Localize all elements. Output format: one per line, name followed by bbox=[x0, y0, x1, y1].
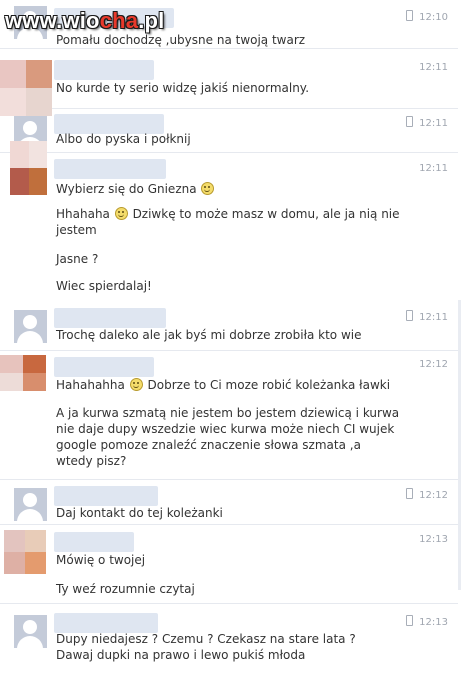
mobile-phone-icon bbox=[406, 10, 414, 21]
message-time: 12:12 bbox=[406, 488, 448, 501]
message-time: 12:11 bbox=[406, 116, 448, 129]
mobile-phone-icon bbox=[406, 488, 414, 499]
sender-name-blurred bbox=[54, 308, 166, 328]
message-line: Mówię o twojej bbox=[56, 553, 146, 567]
message-time: 12:12 bbox=[419, 359, 448, 370]
message-text: No kurde ty serio widzę jakiś nienormaln… bbox=[56, 81, 310, 95]
message-line: Ty weź rozumnie czytaj bbox=[56, 582, 195, 596]
message-time: 12:11 bbox=[406, 310, 448, 323]
avatar[interactable] bbox=[0, 355, 46, 391]
mobile-phone-icon bbox=[406, 116, 414, 127]
smiley-icon bbox=[201, 182, 215, 195]
message-text: Trochę daleko ale jak byś mi dobrze zrob… bbox=[56, 328, 362, 342]
message-block: 12:13 Dupy niedajesz ? Czemu ? Czekasz n… bbox=[0, 611, 458, 675]
avatar[interactable] bbox=[4, 530, 46, 574]
smiley-icon bbox=[114, 207, 128, 220]
chat-log: 12:10 Pomału dochodzę ,ubysne na twoją t… bbox=[0, 0, 461, 682]
sender-name-blurred bbox=[54, 486, 158, 506]
message-line: Hhahaha Dziwkę to może masz w domu, ale … bbox=[56, 207, 400, 237]
avatar[interactable] bbox=[14, 310, 47, 343]
message-time: 12:11 bbox=[419, 163, 448, 174]
message-line: Wiec spierdalaj! bbox=[56, 279, 152, 293]
avatar[interactable] bbox=[0, 60, 52, 116]
sender-name-blurred bbox=[54, 60, 154, 80]
message-time: 12:10 bbox=[406, 10, 448, 23]
avatar[interactable] bbox=[10, 141, 47, 195]
smiley-icon bbox=[129, 378, 143, 391]
message-block: 12:12 Hahahahha Dobrze to Ci moze robić … bbox=[0, 355, 458, 480]
sender-name-blurred bbox=[54, 357, 154, 377]
sender-name-blurred bbox=[54, 532, 134, 552]
message-text: Daj kontakt do tej koleżanki bbox=[56, 506, 223, 520]
sender-name-blurred bbox=[54, 159, 166, 179]
sender-name-blurred bbox=[54, 613, 158, 633]
message-text: Dupy niedajesz ? Czemu ? Czekasz na star… bbox=[56, 632, 356, 662]
message-line: Wybierz się do Gniezna bbox=[56, 181, 406, 197]
message-time: 12:13 bbox=[406, 615, 448, 628]
message-block: 12:13 Mówię o twojej Ty weź rozumnie czy… bbox=[0, 530, 458, 604]
message-time: 12:13 bbox=[419, 534, 448, 545]
message-line: Hahahahha Dobrze to Ci moze robić koleża… bbox=[56, 378, 391, 392]
message-time: 12:11 bbox=[419, 62, 448, 73]
message-block: 12:11 Wybierz się do Gniezna Hhahaha Dzi… bbox=[0, 141, 458, 299]
message-block: 12:12 Daj kontakt do tej koleżanki bbox=[0, 484, 458, 525]
mobile-phone-icon bbox=[406, 310, 414, 321]
message-block: 12:11 Trochę daleko ale jak byś mi dobrz… bbox=[0, 306, 458, 351]
avatar[interactable] bbox=[14, 488, 47, 521]
message-line: A ja kurwa szmatą nie jestem bo jestem d… bbox=[56, 406, 400, 468]
mobile-phone-icon bbox=[406, 615, 414, 626]
avatar[interactable] bbox=[14, 615, 47, 648]
site-watermark: www.wiocha.pl bbox=[5, 8, 165, 33]
message-line: Jasne ? bbox=[56, 252, 99, 266]
message-text: Pomału dochodzę ,ubysne na twoją twarz bbox=[56, 33, 306, 47]
message-block: 12:11 No kurde ty serio widzę jakiś nien… bbox=[0, 58, 458, 116]
